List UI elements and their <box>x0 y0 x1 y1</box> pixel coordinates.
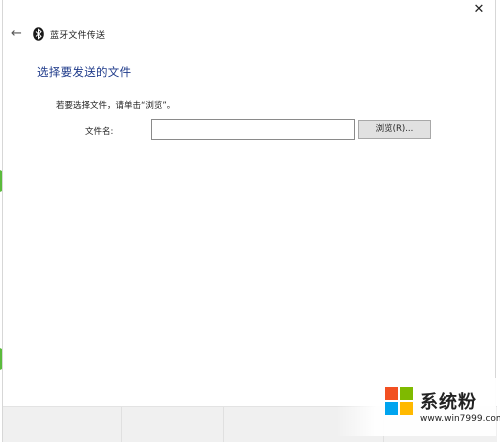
screenshot-canvas: ✕ ← 蓝牙文件传送 选择要发送的文件 若要选择文件，请单击“浏览”。 文件名:… <box>0 0 500 442</box>
bluetooth-transfer-window: ✕ ← 蓝牙文件传送 选择要发送的文件 若要选择文件，请单击“浏览”。 文件名:… <box>2 0 497 442</box>
file-name-label: 文件名: <box>85 127 114 137</box>
title-row: ← 蓝牙文件传送 <box>11 26 105 42</box>
file-name-input[interactable] <box>151 119 355 140</box>
close-button[interactable]: ✕ <box>471 2 487 18</box>
window-title: 蓝牙文件传送 <box>50 30 106 41</box>
browse-button[interactable]: 浏览(R)... <box>358 120 431 139</box>
back-arrow-icon[interactable]: ← <box>11 27 25 41</box>
instruction-text: 若要选择文件，请单击“浏览”。 <box>56 101 176 111</box>
site-watermark: 系统粉 www.win7999.com <box>336 378 500 436</box>
bluetooth-icon <box>33 27 44 41</box>
watermark-url: www.win7999.com <box>420 414 500 424</box>
bar-divider <box>223 407 224 442</box>
watermark-name: 系统粉 <box>420 392 477 413</box>
page-heading: 选择要发送的文件 <box>37 65 132 79</box>
bar-divider <box>121 407 122 442</box>
windows-logo-icon <box>385 387 413 415</box>
